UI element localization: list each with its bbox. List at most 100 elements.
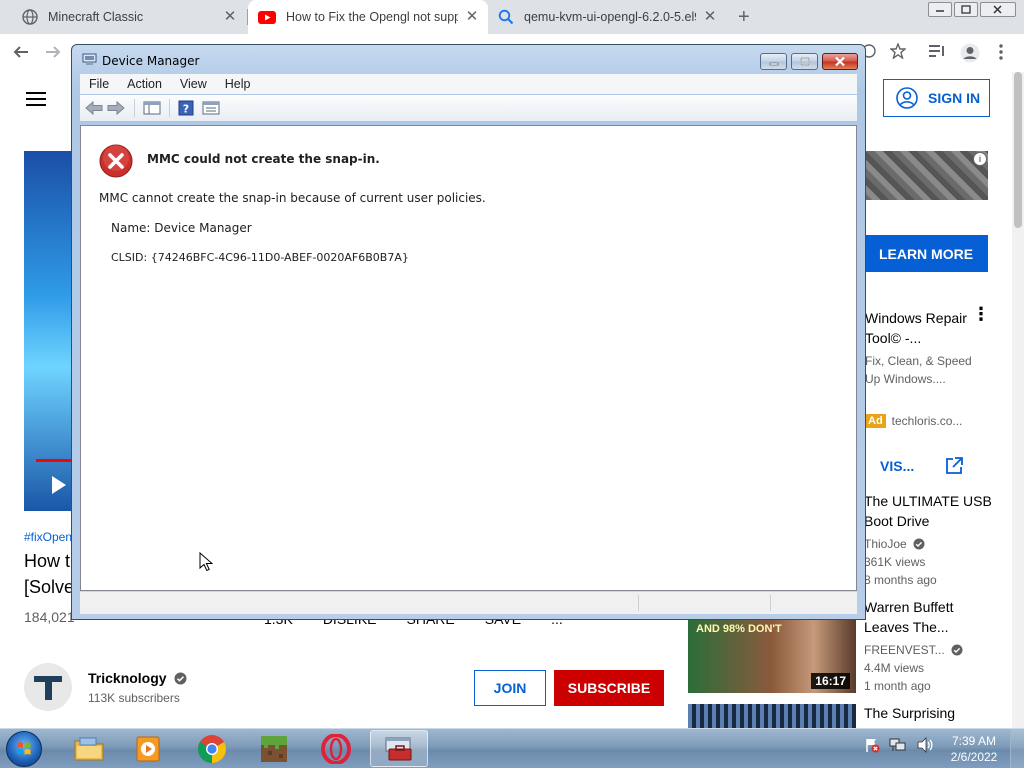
channel-text: ThioJoe: [864, 537, 907, 551]
sign-in-button[interactable]: SIGN IN: [883, 79, 990, 117]
window-title: Device Manager: [102, 54, 200, 68]
ad-title[interactable]: Windows Repair Tool© -...: [865, 308, 975, 348]
recommendation-channel: ThioJoe: [864, 535, 994, 553]
snap-in-error-pane: MMC could not create the snap-in. MMC ca…: [80, 125, 857, 591]
network-icon[interactable]: [889, 737, 907, 753]
close-window-button[interactable]: [980, 2, 1016, 17]
forward-arrow-icon[interactable]: [44, 43, 62, 61]
tab-strip: Minecraft Classic ✕ How to Fix the Openg…: [0, 0, 1024, 34]
profile-icon[interactable]: [960, 43, 980, 63]
volume-icon[interactable]: [916, 737, 934, 753]
tab-title: Minecraft Classic: [48, 10, 144, 24]
snap-in-clsid: CLSID: {74246BFC-4C96-11D0-ABEF-0020AF6B…: [111, 251, 409, 264]
forward-arrow-icon[interactable]: [106, 100, 126, 116]
close-icon[interactable]: ✕: [702, 9, 718, 25]
globe-icon: [22, 9, 38, 25]
error-title: MMC could not create the snap-in.: [147, 152, 380, 166]
media-queue-icon[interactable]: [928, 43, 946, 59]
external-link-icon: [944, 456, 964, 476]
tab-minecraft-classic[interactable]: Minecraft Classic ✕: [8, 0, 246, 34]
opera-icon[interactable]: [307, 730, 365, 767]
close-icon[interactable]: ✕: [464, 9, 480, 25]
file-explorer-icon[interactable]: [60, 730, 118, 767]
channel-text: FREENVEST...: [864, 643, 945, 657]
visit-site-button[interactable]: VIS...: [880, 456, 964, 476]
recommendation-age: 1 month ago: [864, 679, 931, 693]
toolbox-icon[interactable]: [370, 730, 428, 767]
verified-icon: [174, 672, 187, 685]
menu-file[interactable]: File: [80, 77, 118, 91]
tab-qemu-search[interactable]: qemu-kvm-ui-opengl-6.2.0-5.el9 ✕: [488, 0, 726, 34]
back-arrow-icon[interactable]: [84, 100, 104, 116]
menu-bar: File Action View Help: [80, 74, 857, 94]
subscribe-button[interactable]: SUBSCRIBE: [554, 670, 664, 706]
recommendation-title: The Surprising: [864, 705, 956, 721]
menu-view[interactable]: View: [171, 77, 216, 91]
recommendation-views: 361K views: [864, 555, 926, 569]
progress-bar[interactable]: [36, 459, 74, 462]
info-icon[interactable]: i: [973, 152, 987, 166]
list-item[interactable]: The ULTIMATE USB Boot Drive ThioJoe 361K…: [864, 491, 994, 589]
join-button[interactable]: JOIN: [474, 670, 546, 706]
video-player[interactable]: [24, 151, 74, 511]
status-bar: [80, 591, 857, 614]
menu-action[interactable]: Action: [118, 77, 171, 91]
avatar[interactable]: [24, 663, 72, 711]
minecraft-icon[interactable]: [245, 730, 303, 767]
ad-badge: Ad: [865, 414, 886, 428]
new-tab-button[interactable]: +: [738, 7, 750, 27]
media-player-icon[interactable]: [120, 730, 178, 767]
channel-name-text: Tricknology: [88, 670, 167, 686]
ad-banner-image[interactable]: [864, 151, 988, 200]
play-icon[interactable]: [52, 476, 66, 494]
help-icon[interactable]: ?: [178, 100, 194, 116]
start-button[interactable]: [6, 731, 42, 767]
hamburger-menu-icon[interactable]: [26, 92, 46, 110]
view-count: 184,021: [24, 609, 75, 625]
subscriber-count: 113K subscribers: [88, 691, 180, 705]
list-item[interactable]: Warren Buffett Leaves The... FREENVEST..…: [864, 597, 994, 695]
back-arrow-icon[interactable]: [12, 43, 30, 61]
close-icon[interactable]: ✕: [222, 9, 238, 25]
sign-in-label: SIGN IN: [928, 90, 981, 106]
kebab-menu-icon[interactable]: [998, 43, 1004, 61]
scrollbar-thumb[interactable]: [1014, 72, 1022, 228]
hashtag-link[interactable]: #fixOpen: [24, 530, 72, 544]
system-tray: [864, 737, 934, 753]
tab-opengl-video[interactable]: How to Fix the Opengl not suppo ✕: [248, 0, 488, 34]
properties-icon[interactable]: [202, 100, 220, 116]
learn-more-button[interactable]: LEARN MORE: [864, 235, 988, 272]
bookmark-star-icon[interactable]: [890, 43, 906, 59]
show-hide-console-tree-icon[interactable]: [143, 100, 161, 116]
ad-description: Fix, Clean, & Speed Up Windows....: [865, 354, 972, 386]
maximize-button[interactable]: [791, 53, 818, 70]
mouse-cursor-icon: [199, 552, 213, 572]
clock[interactable]: 7:39 AM 2/6/2022: [944, 733, 1004, 765]
error-icon: [99, 144, 133, 178]
taskbar: 7:39 AM 2/6/2022: [0, 728, 1024, 768]
minimize-button[interactable]: [760, 53, 787, 70]
menu-help[interactable]: Help: [216, 77, 260, 91]
svg-text:?: ?: [183, 103, 189, 116]
account-icon: [896, 87, 918, 109]
recommendation-views: 4.4M views: [864, 661, 925, 675]
list-item[interactable]: The Surprising: [864, 703, 994, 723]
device-manager-icon: [82, 53, 97, 66]
action-center-icon[interactable]: [864, 737, 880, 753]
maximize-button[interactable]: [954, 2, 978, 17]
mmc-toolbar: ?: [80, 95, 857, 122]
scrollbar[interactable]: [1012, 72, 1024, 728]
channel-name[interactable]: Tricknology: [88, 670, 187, 686]
close-button[interactable]: [822, 53, 858, 70]
ad-domain: techloris.co...: [891, 414, 963, 428]
video-thumbnail[interactable]: AND 98% DON'T 16:17: [688, 619, 856, 693]
kebab-menu-icon[interactable]: ⋮: [972, 305, 990, 323]
youtube-icon: [258, 10, 276, 24]
show-desktop-button[interactable]: [1010, 729, 1024, 768]
tab-title: How to Fix the Opengl not suppo: [286, 10, 458, 24]
snap-in-name: Name: Device Manager: [111, 221, 252, 235]
video-thumbnail[interactable]: [688, 704, 856, 728]
chrome-icon[interactable]: [183, 730, 241, 767]
minimize-button[interactable]: [928, 2, 952, 17]
recommendation-title: The ULTIMATE USB Boot Drive: [864, 493, 992, 529]
